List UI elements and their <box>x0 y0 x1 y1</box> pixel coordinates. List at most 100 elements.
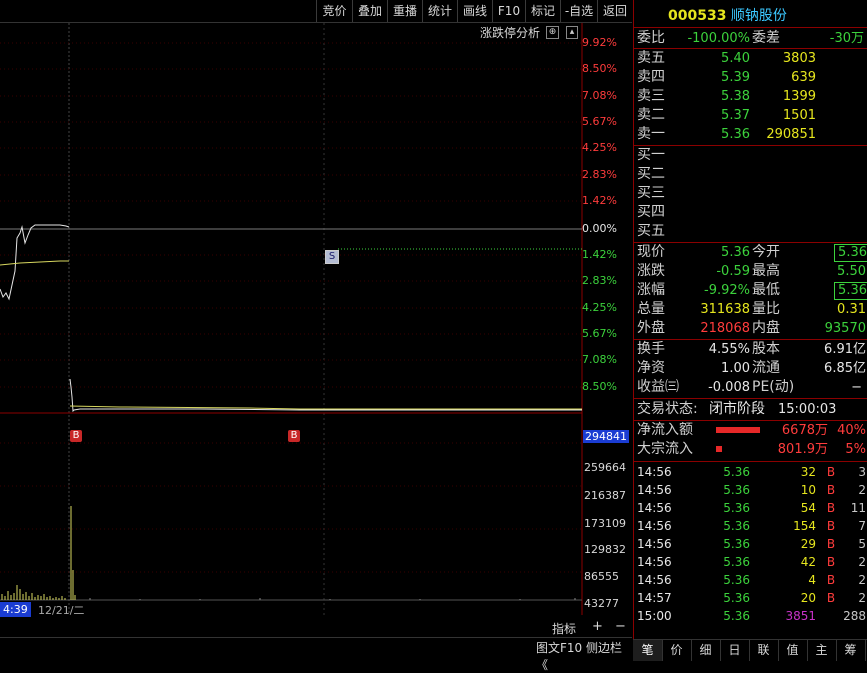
buy-level-row[interactable]: 买五 <box>634 222 867 241</box>
pct-label: 4.25% <box>582 301 617 314</box>
intraday-chart[interactable]: 涨跌停分析 ⊕ ▴ 9.92% 8.50% 7.08% 5.67% 4.25% … <box>0 23 632 672</box>
tick-row[interactable]: 14:56 5.36 10 B 2 <box>634 481 867 499</box>
side-panel-toggle[interactable]: 图文F10 侧边栏 《 <box>536 639 632 673</box>
sell-level-row[interactable]: 卖四 5.39 639 <box>634 68 867 87</box>
pct-label: 1.42% <box>582 248 617 261</box>
stats-value: 1.00 <box>721 361 750 376</box>
tick-count: 7 <box>858 519 866 533</box>
net-inflow-row: 净流入额 6678万 40% <box>634 421 867 440</box>
tick-row[interactable]: 14:57 5.36 20 B 2 <box>634 589 867 607</box>
tick-row[interactable]: 15:00 5.36 3851 288 <box>634 607 867 625</box>
tick-row[interactable]: 14:56 5.36 4 B 2 <box>634 571 867 589</box>
toolbar-btn-stats[interactable]: 统计 <box>422 0 457 22</box>
sell-level-row[interactable]: 卖一 5.36 290851 <box>634 125 867 144</box>
chevron-up-icon[interactable]: ▴ <box>566 26 578 39</box>
sell-level-price: 5.38 <box>721 89 750 104</box>
quote-label: 总量 <box>637 301 665 317</box>
tick-price: 5.36 <box>723 465 750 479</box>
buy-level-label: 买二 <box>637 166 665 182</box>
buy-level-row[interactable]: 买二 <box>634 165 867 184</box>
sell-signal-marker[interactable]: S <box>325 250 339 264</box>
tick-volume: 20 <box>800 591 816 605</box>
stats-label: 股本 <box>752 341 780 357</box>
limit-analysis-title[interactable]: 涨跌停分析 <box>480 24 540 41</box>
tick-row[interactable]: 14:56 5.36 154 B 7 <box>634 517 867 535</box>
tick-time: 14:56 <box>637 465 672 479</box>
zoom-in-button[interactable]: + <box>592 619 603 634</box>
weibi-value: -100.00% <box>687 31 750 46</box>
tick-count: 288 <box>843 609 866 623</box>
tick-count: 2 <box>858 555 866 569</box>
stats-value: 4.55% <box>708 342 750 357</box>
toolbar-btn-back[interactable]: 返回 <box>597 0 632 22</box>
sell-level-row[interactable]: 卖五 5.40 3803 <box>634 49 867 68</box>
toolbar-btn-mark[interactable]: 标记 <box>525 0 560 22</box>
tick-side: B <box>826 465 836 479</box>
stock-header: 000533 顺钠股份 <box>668 5 787 25</box>
buy-level-row[interactable]: 买一 <box>634 146 867 165</box>
panel-tab[interactable]: 值 <box>778 640 808 661</box>
indicator-button[interactable]: 指标 <box>552 620 576 637</box>
tick-time: 14:56 <box>637 555 672 569</box>
weicha-label: 委差 <box>752 30 780 46</box>
volume-label: 86555 <box>584 570 619 583</box>
tick-time: 15:00 <box>637 609 672 623</box>
quote-label: 涨幅 <box>637 282 665 298</box>
pct-label-zero: 0.00% <box>582 222 617 235</box>
buy-level-row[interactable]: 买四 <box>634 203 867 222</box>
sell-level-price: 5.36 <box>721 127 750 142</box>
tick-volume: 3851 <box>785 609 816 623</box>
toolbar-btn-f10[interactable]: F10 <box>492 0 525 22</box>
quote-label: 今开 <box>752 244 780 260</box>
tick-price: 5.36 <box>723 483 750 497</box>
sell-level-label: 卖三 <box>637 88 665 104</box>
pct-label: 9.92% <box>582 36 617 49</box>
tick-side: B <box>826 483 836 497</box>
quote-row: 现价 5.36 今开 5.36 <box>634 243 867 262</box>
stats-label: 收益㈢ <box>637 379 679 395</box>
stats-label: PE(动) <box>752 379 795 395</box>
toolbar-btn-watchlist[interactable]: -自选 <box>560 0 597 22</box>
tick-side: B <box>826 537 836 551</box>
tick-row[interactable]: 14:56 5.36 54 B 11 <box>634 499 867 517</box>
quote-value: 5.36 <box>721 245 750 260</box>
stock-name: 顺钠股份 <box>730 8 787 24</box>
panel-tab[interactable]: 联 <box>749 640 779 661</box>
toolbar-btn-overlay[interactable]: 叠加 <box>352 0 387 22</box>
panel-tab[interactable]: 细 <box>691 640 721 661</box>
tick-volume: 10 <box>800 483 816 497</box>
tick-time: 14:56 <box>637 483 672 497</box>
date-label: 12/21/二 <box>38 604 85 617</box>
panel-tab[interactable]: 笔 <box>633 640 663 661</box>
tick-row[interactable]: 14:56 5.36 32 B 3 <box>634 463 867 481</box>
sell-level-row[interactable]: 卖三 5.38 1399 <box>634 87 867 106</box>
toolbar-btn-auction[interactable]: 竞价 <box>316 0 352 22</box>
pct-label: 4.25% <box>582 141 617 154</box>
buy-signal-marker[interactable]: B <box>288 430 300 442</box>
buy-level-row[interactable]: 买三 <box>634 184 867 203</box>
tick-volume: 42 <box>800 555 816 569</box>
panel-tab[interactable]: 日 <box>720 640 750 661</box>
tick-row[interactable]: 14:56 5.36 42 B 2 <box>634 553 867 571</box>
quote-panel: 000533 顺钠股份 委比 -100.00% 委差 -30万 卖五 5.40 … <box>633 0 867 660</box>
toolbar-btn-draw[interactable]: 画线 <box>457 0 492 22</box>
chart-footer-divider <box>0 637 632 638</box>
tick-volume: 154 <box>793 519 816 533</box>
settings-icon[interactable]: ⊕ <box>546 26 559 39</box>
tick-row[interactable]: 14:56 5.36 29 B 5 <box>634 535 867 553</box>
panel-tab[interactable]: 主 <box>807 640 837 661</box>
quote-label: 外盘 <box>637 320 665 336</box>
stock-code: 000533 <box>668 8 727 24</box>
quote-value: 0.31 <box>837 302 866 317</box>
zoom-out-button[interactable]: − <box>615 619 626 634</box>
sell-level-row[interactable]: 卖二 5.37 1501 <box>634 106 867 125</box>
toolbar-btn-replay[interactable]: 重播 <box>387 0 422 22</box>
buy-signal-marker[interactable]: B <box>70 430 82 442</box>
panel-tab[interactable]: 价 <box>662 640 692 661</box>
trade-status-time: 15:00:03 <box>778 402 837 417</box>
panel-tabs: 笔价细日联值主筹 <box>633 639 867 661</box>
sell-level-volume: 3803 <box>782 51 816 66</box>
tick-price: 5.36 <box>723 501 750 515</box>
stats-label: 净资 <box>637 360 665 376</box>
panel-tab[interactable]: 筹 <box>836 640 866 661</box>
